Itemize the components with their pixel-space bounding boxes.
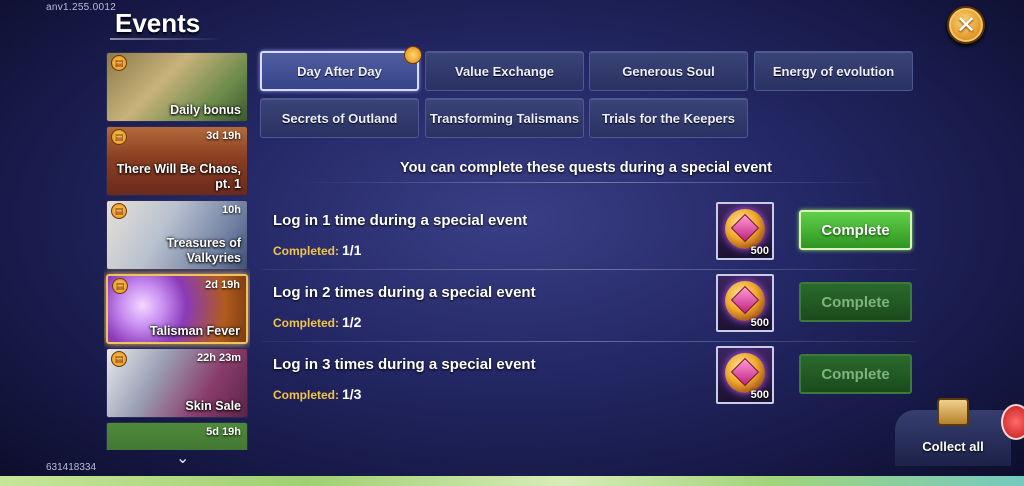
- event-label: Talisman Fever: [149, 324, 240, 338]
- reward-quantity: 500: [750, 389, 769, 401]
- progress-value: 1/1: [342, 242, 362, 258]
- gift-icon: ▤: [111, 351, 127, 367]
- tab-day-after-day[interactable]: Day After Day: [260, 51, 419, 91]
- video-icon[interactable]: [1001, 404, 1024, 440]
- reward-quantity: 500: [750, 317, 769, 329]
- close-button[interactable]: ✕: [947, 6, 985, 44]
- quest-row: Log in 3 times during a special event Co…: [262, 342, 917, 414]
- event-card-daily-bonus[interactable]: ▤ Daily bonus: [106, 52, 248, 122]
- page-title: Events: [115, 8, 201, 38]
- event-timer: 10h: [222, 204, 241, 216]
- collect-all-label: Collect all: [922, 439, 984, 454]
- tab-secrets-of-outland[interactable]: Secrets of Outland: [260, 98, 419, 138]
- event-label: Treasures of Valkyries: [166, 236, 241, 265]
- event-sidebar[interactable]: ▤ Daily bonus ▤ 3d 19h There Will Be Cha…: [104, 50, 250, 450]
- event-timer: 2d 19h: [205, 279, 240, 291]
- gift-icon: ▤: [112, 278, 128, 294]
- quest-row: Log in 2 times during a special event Co…: [262, 270, 917, 342]
- quest-title: Log in 2 times during a special event: [273, 284, 536, 301]
- chevron-down-icon[interactable]: ⌄: [176, 448, 189, 468]
- progress-label: Completed:: [273, 388, 339, 402]
- bottom-bar: [0, 476, 1024, 486]
- tab-trials-for-the-keepers[interactable]: Trials for the Keepers: [589, 98, 748, 138]
- reward-slot[interactable]: 500: [716, 346, 774, 404]
- event-label: Daily bonus: [170, 103, 241, 117]
- gift-icon: [404, 46, 422, 64]
- progress-value: 1/3: [342, 386, 362, 402]
- quest-title: Log in 3 times during a special event: [273, 356, 536, 373]
- event-card-skin-sale[interactable]: ▤ 22h 23m Skin Sale: [106, 348, 248, 418]
- complete-button-disabled[interactable]: Complete: [799, 354, 912, 394]
- collect-all-button[interactable]: Collect all: [895, 398, 1011, 466]
- quest-title: Log in 1 time during a special event: [273, 212, 528, 229]
- player-id-label: 631418334: [46, 462, 97, 473]
- gift-icon: ▤: [111, 203, 127, 219]
- complete-button[interactable]: Complete: [799, 210, 912, 250]
- quest-progress: Completed: 1/2: [273, 314, 361, 330]
- quest-header: You can complete these quests during a s…: [399, 160, 772, 176]
- complete-button-disabled[interactable]: Complete: [799, 282, 912, 322]
- reward-quantity: 500: [750, 245, 769, 257]
- quest-progress: Completed: 1/3: [273, 386, 361, 402]
- event-timer: 5d 19h: [206, 426, 241, 438]
- chest-icon: [937, 398, 969, 426]
- gift-icon: ▤: [111, 129, 127, 145]
- quest-progress: Completed: 1/1: [273, 242, 361, 258]
- tab-value-exchange[interactable]: Value Exchange: [425, 51, 584, 91]
- event-card-talisman-fever[interactable]: ▤ 2d 19h Talisman Fever: [106, 274, 248, 344]
- quest-header-divider: [300, 182, 890, 183]
- event-label: Skin Sale: [185, 399, 241, 413]
- tab-energy-of-evolution[interactable]: Energy of evolution: [754, 51, 913, 91]
- title-underline: [110, 38, 222, 40]
- event-card-valkyries[interactable]: ▤ 10h Treasures of Valkyries: [106, 200, 248, 270]
- version-label: anv1.255.0012: [46, 2, 117, 13]
- close-icon: ✕: [955, 11, 977, 39]
- event-label: There Will Be Chaos, pt. 1: [116, 162, 241, 191]
- tab-transforming-talismans[interactable]: Transforming Talismans: [425, 98, 584, 138]
- quest-row: Log in 1 time during a special event Com…: [262, 198, 917, 270]
- progress-value: 1/2: [342, 314, 362, 330]
- reward-slot[interactable]: 500: [716, 274, 774, 332]
- event-card-next[interactable]: 5d 19h: [106, 422, 248, 450]
- progress-label: Completed:: [273, 316, 339, 330]
- event-timer: 3d 19h: [206, 130, 241, 142]
- gift-icon: ▤: [111, 55, 127, 71]
- tab-generous-soul[interactable]: Generous Soul: [589, 51, 748, 91]
- reward-slot[interactable]: 500: [716, 202, 774, 260]
- event-timer: 22h 23m: [196, 352, 241, 364]
- event-card-chaos[interactable]: ▤ 3d 19h There Will Be Chaos, pt. 1: [106, 126, 248, 196]
- progress-label: Completed:: [273, 244, 339, 258]
